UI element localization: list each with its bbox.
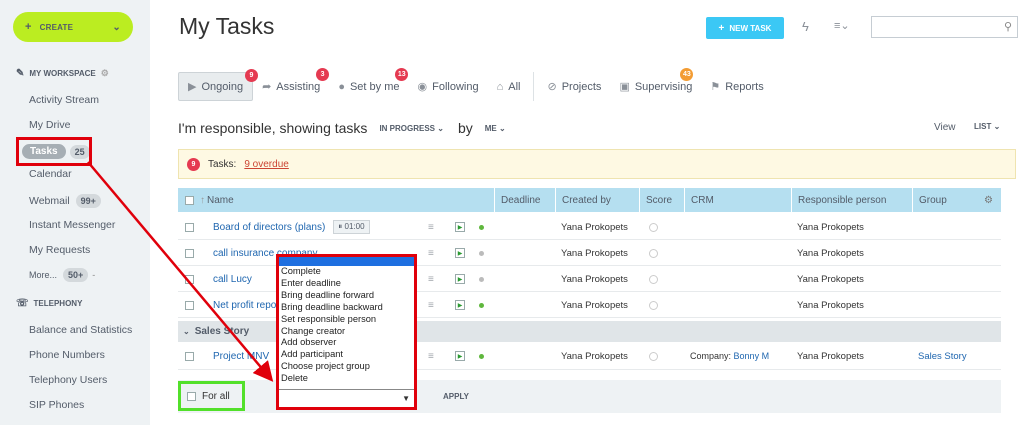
option-choose-group[interactable]: Choose project group — [279, 361, 414, 373]
option-complete[interactable]: Complete — [279, 266, 414, 278]
annotation-arrow — [87, 161, 274, 382]
option-enter-deadline[interactable]: Enter deadline — [279, 278, 414, 290]
option-add-observer[interactable]: Add observer — [279, 337, 414, 349]
option-add-participant[interactable]: Add participant — [279, 349, 414, 361]
option-deadline-forward[interactable]: Bring deadline forward — [279, 290, 414, 302]
action-dropdown[interactable]: Complete Enter deadline Bring deadline f… — [276, 254, 417, 410]
option-set-responsible[interactable]: Set responsible person — [279, 314, 414, 326]
option-delete[interactable]: Delete — [279, 373, 414, 385]
dropdown-selected-blank[interactable] — [279, 257, 414, 266]
option-deadline-backward[interactable]: Bring deadline backward — [279, 302, 414, 314]
action-select[interactable]: ▼ — [279, 389, 414, 407]
triangle-down-icon: ▼ — [402, 394, 410, 403]
option-change-creator[interactable]: Change creator — [279, 326, 414, 338]
